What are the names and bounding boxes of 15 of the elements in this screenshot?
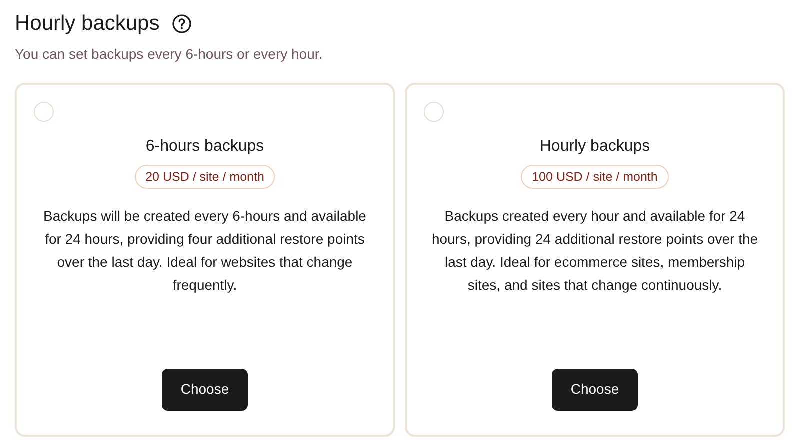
page-title: Hourly backups [15,11,160,37]
choose-button[interactable]: Choose [162,368,248,410]
plan-title: Hourly backups [540,136,650,156]
help-icon[interactable] [172,14,192,34]
radio-button[interactable] [34,102,54,122]
choose-button[interactable]: Choose [552,368,638,410]
radio-button[interactable] [424,102,444,122]
price-tag: 100 USD / site / month [521,164,669,190]
plan-title: 6-hours backups [146,136,264,156]
plan-card[interactable] [15,82,395,436]
subtitle: You can set backups every 6-hours or every hour. [15,44,324,64]
plan-description: Backups created every hour and available for 24 hours, providing 24 additional restore points over the last day. Ideal for ecommerce sites, membership sites, and sites that change continuously. [430,207,760,296]
plan-description: Backups will be created every 6-hours and available for 24 hours, providing four additional restore points over the last day. Ideal for websites that change frequently. [42,207,368,296]
plan-card[interactable] [405,82,785,436]
price-tag: 20 USD / site / month [134,164,276,190]
